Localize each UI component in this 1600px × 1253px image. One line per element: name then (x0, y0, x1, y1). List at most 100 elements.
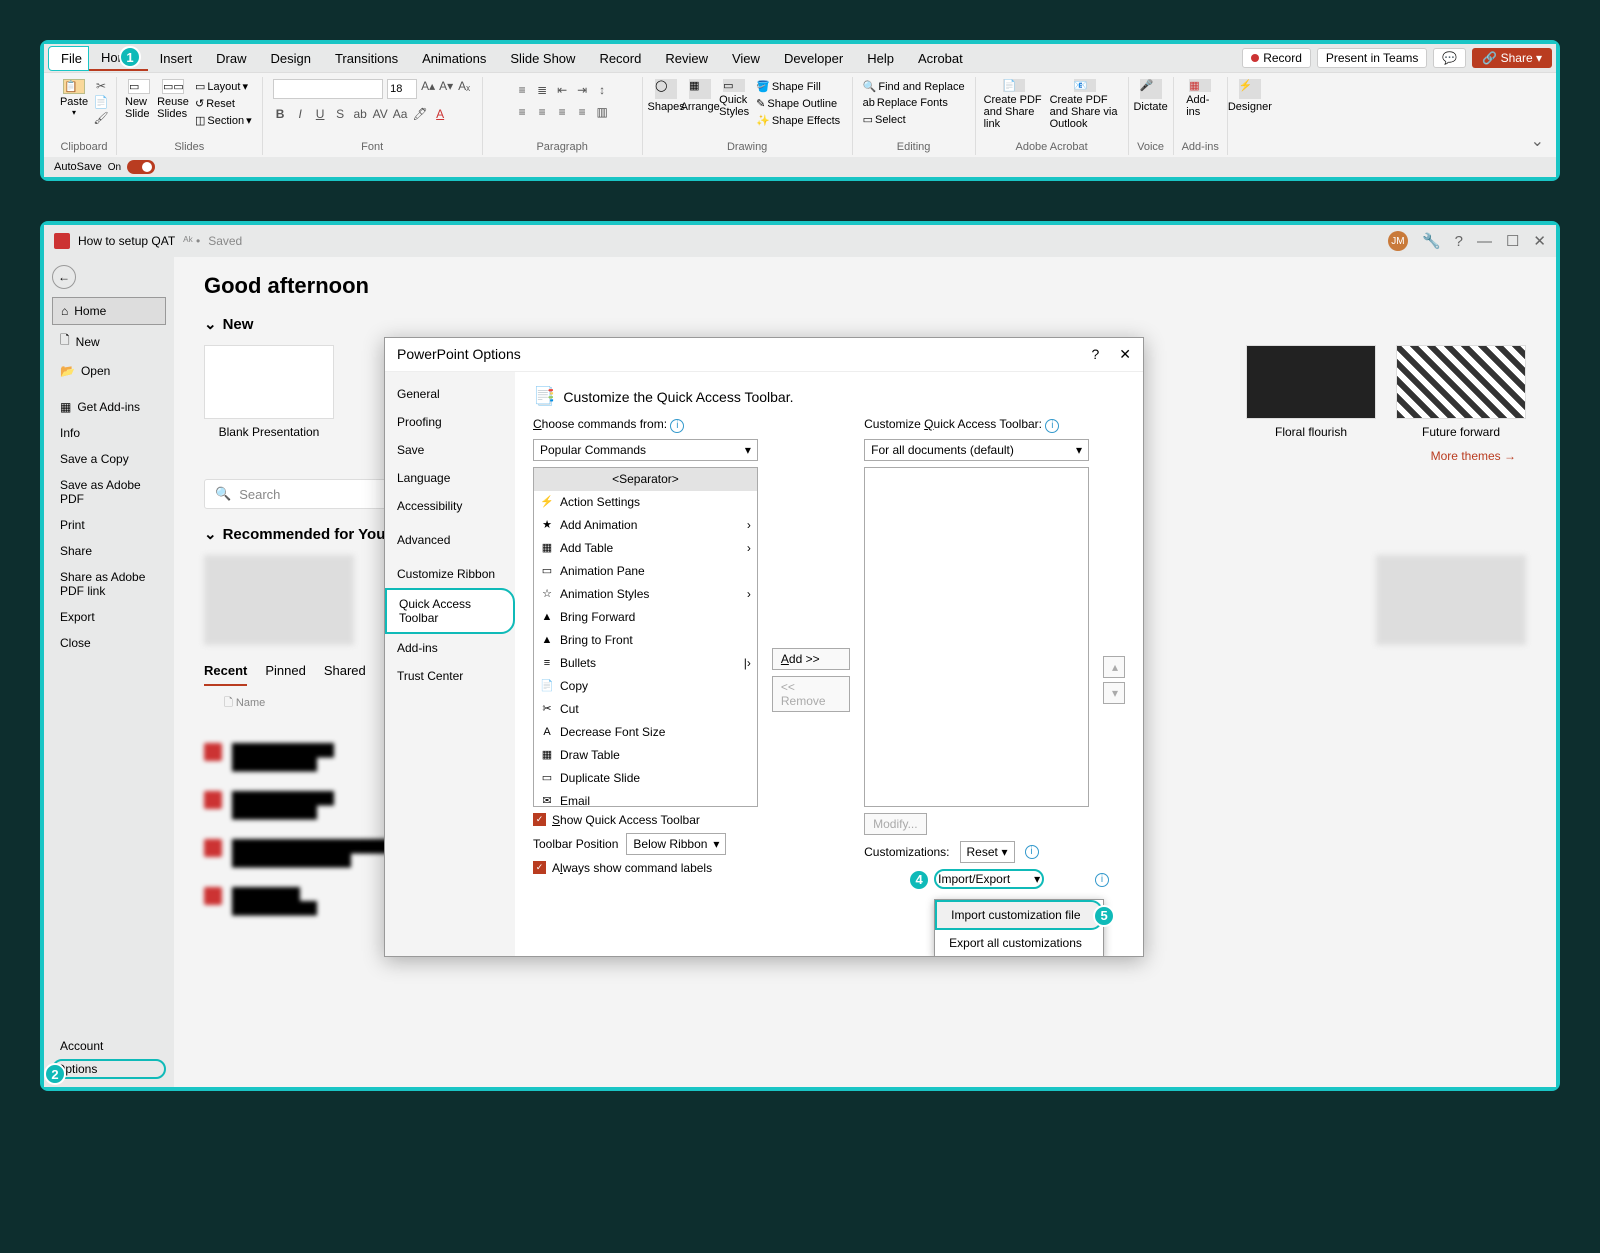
shapes-button[interactable]: ◯Shapes (652, 79, 680, 113)
reuse-slides-button[interactable]: ▭▭Reuse Slides (159, 79, 187, 113)
modify-button[interactable]: Modify... (864, 813, 926, 835)
cmd-email[interactable]: ✉Email (534, 790, 757, 807)
cmd-cut[interactable]: ✂Cut (534, 698, 757, 721)
opt-addins[interactable]: Add-ins (385, 634, 515, 662)
italic-icon[interactable]: I (293, 107, 307, 121)
shape-effects-button[interactable]: ✨ Shape Effects (754, 113, 842, 128)
show-qat-checkbox[interactable]: ✓ (533, 813, 546, 826)
close-window-icon[interactable]: ✕ (1533, 232, 1546, 250)
underline-icon[interactable]: U (313, 107, 327, 121)
tab-review[interactable]: Review (653, 47, 720, 70)
help-icon[interactable]: ? (1455, 233, 1463, 250)
sidebar-item-options[interactable]: Options (52, 1059, 166, 1079)
comments-button[interactable]: 💬 (1433, 48, 1466, 68)
cmd-decrease-font[interactable]: ADecrease Font Size (534, 721, 757, 744)
cmd-draw-table[interactable]: ▦Draw Table (534, 744, 757, 767)
shrink-font-icon[interactable]: A▾ (439, 79, 453, 93)
opt-general[interactable]: General (385, 380, 515, 408)
cmd-bring-forward[interactable]: ▲Bring Forward (534, 606, 757, 629)
template-blank[interactable]: Blank Presentation (204, 345, 334, 439)
add-button[interactable]: Add >> (772, 648, 850, 670)
qat-scope-dropdown[interactable]: For all documents (default)▾ (864, 439, 1089, 461)
record-button[interactable]: Record (1242, 48, 1311, 68)
sidebar-item-open[interactable]: 📂 Open (52, 358, 166, 384)
cmd-action-settings[interactable]: ⚡Action Settings (534, 491, 757, 514)
cmd-bullets[interactable]: ≡Bullets|› (534, 652, 757, 675)
section-new[interactable]: ⌄ New (204, 315, 1526, 333)
align-left-icon[interactable]: ≡ (515, 105, 529, 119)
sidebar-item-info[interactable]: Info (52, 420, 166, 446)
dialog-close-icon[interactable]: ✕ (1119, 346, 1131, 363)
addins-button[interactable]: ▦Add-ins (1186, 79, 1214, 113)
tab-insert[interactable]: Insert (148, 47, 205, 70)
clear-format-icon[interactable]: Aₓ (457, 79, 471, 93)
justify-icon[interactable]: ≡ (575, 105, 589, 119)
dictate-button[interactable]: 🎤Dictate (1137, 79, 1165, 113)
opt-trust[interactable]: Trust Center (385, 662, 515, 690)
reset-button[interactable]: ↺ Reset (193, 96, 254, 111)
qat-list[interactable] (864, 467, 1089, 807)
sidebar-item-addins[interactable]: ▦ Get Add-ins (52, 394, 166, 420)
back-button[interactable]: ← (52, 265, 76, 289)
columns-icon[interactable]: ▥ (595, 105, 609, 119)
recommended-card[interactable] (1376, 555, 1526, 645)
sidebar-item-account[interactable]: Account (52, 1033, 166, 1059)
remove-button[interactable]: << Remove (772, 676, 850, 712)
arrange-button[interactable]: ▦Arrange (686, 79, 714, 113)
present-teams-button[interactable]: Present in Teams (1317, 48, 1428, 68)
qat-icon[interactable]: 🔧 (1422, 232, 1441, 250)
numbering-icon[interactable]: ≣ (535, 83, 549, 97)
sidebar-item-saveadobe[interactable]: Save as Adobe PDF (52, 472, 166, 512)
sidebar-item-print[interactable]: Print (52, 512, 166, 538)
copy-icon[interactable]: 📄 (94, 95, 108, 109)
reset-dropdown[interactable]: Reset▾ (960, 841, 1015, 863)
align-center-icon[interactable]: ≡ (535, 105, 549, 119)
line-spacing-icon[interactable]: ↕ (595, 83, 609, 97)
tab-developer[interactable]: Developer (772, 47, 855, 70)
shadow-icon[interactable]: ab (353, 107, 367, 121)
menu-export-all[interactable]: Export all customizations (935, 930, 1103, 956)
tab-record[interactable]: Record (587, 47, 653, 70)
font-family-input[interactable] (273, 79, 383, 99)
always-labels-checkbox[interactable]: ✓ (533, 861, 546, 874)
tab-design[interactable]: Design (259, 47, 323, 70)
shape-fill-button[interactable]: 🪣 Shape Fill (754, 79, 842, 94)
replace-fonts-button[interactable]: ab Replace Fonts (861, 96, 967, 110)
opt-advanced[interactable]: Advanced (385, 526, 515, 554)
cmd-copy[interactable]: 📄Copy (534, 675, 757, 698)
opt-save[interactable]: Save (385, 436, 515, 464)
opt-proofing[interactable]: Proofing (385, 408, 515, 436)
paste-button[interactable]: 📋Paste▾ (60, 79, 88, 113)
recommended-card[interactable] (204, 555, 354, 645)
strike-icon[interactable]: S (333, 107, 347, 121)
grow-font-icon[interactable]: A▴ (421, 79, 435, 93)
opt-qat[interactable]: Quick Access Toolbar 3 (385, 588, 515, 634)
avatar[interactable]: JM (1388, 231, 1408, 251)
cut-icon[interactable]: ✂ (94, 79, 108, 93)
shape-outline-button[interactable]: ✎ Shape Outline (754, 96, 842, 111)
cmd-anim-pane[interactable]: ▭Animation Pane (534, 560, 757, 583)
cmd-bring-front[interactable]: ▲Bring to Front (534, 629, 757, 652)
new-slide-button[interactable]: ▭New Slide (125, 79, 153, 113)
indent-dec-icon[interactable]: ⇤ (555, 83, 569, 97)
highlight-icon[interactable]: 🖊 (413, 107, 427, 121)
bullets-icon[interactable]: ≡ (515, 83, 529, 97)
spacing-icon[interactable]: AV (373, 107, 387, 121)
indent-inc-icon[interactable]: ⇥ (575, 83, 589, 97)
template-future[interactable]: Future forward (1396, 345, 1526, 439)
sidebar-item-new[interactable]: 🗋 New (52, 325, 166, 358)
tab-help[interactable]: Help (855, 47, 906, 70)
cmd-separator[interactable]: <Separator> (534, 468, 757, 491)
sidebar-item-home[interactable]: ⌂ Home (52, 297, 166, 325)
find-button[interactable]: 🔍 Find and Replace (861, 79, 967, 94)
tab-transitions[interactable]: Transitions (323, 47, 410, 70)
info-icon[interactable]: i (670, 419, 684, 433)
tab-animations[interactable]: Animations (410, 47, 498, 70)
section-button[interactable]: ◫ Section ▾ (193, 113, 254, 128)
opt-customize-ribbon[interactable]: Customize Ribbon (385, 560, 515, 588)
maximize-icon[interactable]: ☐ (1506, 232, 1519, 250)
minimize-icon[interactable]: — (1477, 233, 1492, 250)
tab-slideshow[interactable]: Slide Show (498, 47, 587, 70)
format-painter-icon[interactable]: 🖌 (94, 111, 108, 125)
opt-accessibility[interactable]: Accessibility (385, 492, 515, 520)
